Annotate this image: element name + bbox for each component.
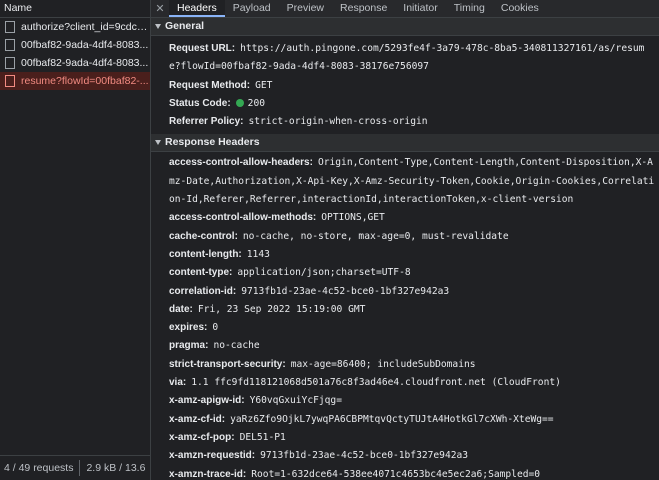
header-value: no-cache — [213, 340, 260, 352]
request-name: 00fbaf82-9ada-4df4-8083... — [21, 39, 149, 51]
status-code-label: Status Code: — [169, 97, 231, 109]
response-header-row: correlation-id: 9713fb1d-23ae-4c52-bce0-1… — [169, 283, 655, 301]
response-headers-section-header[interactable]: Response Headers — [151, 134, 659, 153]
response-header-row: cache-control: no-cache, no-store, max-ag… — [169, 228, 655, 246]
response-header-row: expires: 0 — [169, 319, 655, 337]
triangle-down-icon — [155, 24, 161, 29]
request-name: authorize?client_id=9cdcd... — [21, 21, 150, 33]
request-name: resume?flowId=00fbaf82-... — [21, 75, 149, 87]
triangle-down-icon — [155, 140, 161, 146]
document-icon — [5, 21, 15, 33]
header-key: expires: — [169, 322, 208, 334]
tab-response[interactable]: Response — [332, 0, 395, 17]
request-row[interactable]: 00fbaf82-9ada-4df4-8083... — [0, 54, 150, 72]
header-key: x-amzn-trace-id: — [169, 468, 247, 480]
document-icon — [5, 75, 15, 87]
request-method-label: Request Method: — [169, 79, 251, 91]
transferred-size: 2.9 kB / 13.6 — [86, 462, 146, 474]
document-icon — [5, 57, 15, 69]
header-value: no-cache, no-store, max-age=0, must-reva… — [242, 230, 509, 242]
header-key: x-amz-apigw-id: — [169, 395, 245, 407]
header-key: access-control-allow-methods: — [169, 212, 317, 224]
status-bar: 4 / 49 requests 2.9 kB / 13.6 — [0, 455, 150, 480]
request-row[interactable]: 00fbaf82-9ada-4df4-8083... — [0, 36, 150, 54]
header-value: OPTIONS,GET — [321, 212, 385, 224]
request-row[interactable]: authorize?client_id=9cdcd... — [0, 18, 150, 36]
details-pane: ✕ Headers Payload Preview Response Initiator… — [151, 0, 659, 480]
header-key: via: — [169, 377, 187, 389]
response-header-row: x-amz-apigw-id: Y60vqGxuiYcFjqg= — [169, 392, 655, 410]
request-method-value: GET — [255, 79, 273, 91]
general-section-header[interactable]: General — [151, 18, 659, 36]
status-ok-icon — [235, 99, 244, 108]
details-tabs: ✕ Headers Payload Preview Response Initiator… — [151, 0, 659, 18]
response-header-row: x-amzn-trace-id: Root=1-632dce64-538ee407… — [169, 466, 655, 480]
header-value: yaRz6Zfo9OjkL7ywqPA6CBPMtqvQctyTUJtA4Hot… — [230, 413, 554, 425]
response-header-row: strict-transport-security: max-age=86400;… — [169, 356, 655, 374]
tab-cookies[interactable]: Cookies — [493, 0, 547, 17]
response-header-row: x-amz-cf-id: yaRz6Zfo9OjkL7ywqPA6CBPMtqvQ… — [169, 411, 655, 429]
request-count: 4 / 49 requests — [4, 462, 74, 474]
header-value: 9713fb1d-23ae-4c52-bce0-1bf327e942a3 — [241, 285, 450, 297]
response-headers-list: access-control-allow-headers: Origin,Cont… — [151, 152, 659, 480]
header-value: DEL51-P1 — [239, 431, 286, 443]
request-method-row: Request Method: GET — [169, 77, 655, 95]
header-key: date: — [169, 303, 193, 315]
header-value: 0 — [212, 322, 219, 334]
name-column-header[interactable]: Name — [0, 0, 150, 18]
status-code-row: Status Code: 200 — [169, 95, 655, 113]
general-section: Request URL: https://auth.pingone.com/529… — [151, 36, 659, 134]
response-header-row: date: Fri, 23 Sep 2022 15:19:00 GMT — [169, 301, 655, 319]
request-name: 00fbaf82-9ada-4df4-8083... — [21, 57, 149, 69]
referrer-policy-value: strict-origin-when-cross-origin — [248, 116, 428, 128]
header-key: cache-control: — [169, 230, 238, 242]
response-header-row: content-length: 1143 — [169, 246, 655, 264]
header-key: correlation-id: — [169, 285, 237, 297]
request-list-pane: Name authorize?client_id=9cdcd... 00fbaf8… — [0, 0, 151, 480]
status-divider — [79, 460, 81, 476]
response-header-row: x-amzn-requestid: 9713fb1d-23ae-4c52-bce0… — [169, 447, 655, 465]
response-headers-title: Response Headers — [165, 136, 260, 149]
status-code-value: 200 — [247, 97, 265, 109]
close-icon[interactable]: ✕ — [151, 2, 169, 15]
header-value: max-age=86400; includeSubDomains — [290, 358, 476, 370]
document-icon — [5, 39, 15, 51]
tab-timing[interactable]: Timing — [446, 0, 493, 17]
header-key: content-type: — [169, 267, 233, 279]
header-key: x-amzn-requestid: — [169, 450, 256, 462]
header-key: pragma: — [169, 340, 209, 352]
request-row[interactable]: resume?flowId=00fbaf82-... — [0, 72, 150, 90]
response-header-row: content-type: application/json;charset=UT… — [169, 264, 655, 282]
response-header-row: access-control-allow-methods: OPTIONS,GET — [169, 209, 655, 227]
tab-preview[interactable]: Preview — [279, 0, 332, 17]
referrer-policy-row: Referrer Policy: strict-origin-when-cross… — [169, 113, 655, 131]
header-key: strict-transport-security: — [169, 358, 286, 370]
header-value: 1143 — [246, 248, 270, 260]
tab-headers[interactable]: Headers — [169, 0, 225, 17]
header-value: Root=1-632dce64-538ee4071c4653bc4e5ec2a6… — [251, 468, 541, 480]
request-url-value: https://auth.pingone.com/5293fe4f-3a79-4… — [169, 43, 645, 73]
request-url-row: Request URL: https://auth.pingone.com/529… — [169, 40, 655, 77]
tab-initiator[interactable]: Initiator — [395, 0, 445, 17]
header-key: x-amz-cf-id: — [169, 413, 226, 425]
header-key: access-control-allow-headers: — [169, 157, 313, 169]
request-url-label: Request URL: — [169, 43, 236, 54]
referrer-policy-label: Referrer Policy: — [169, 116, 244, 128]
header-value: application/json;charset=UTF-8 — [237, 267, 411, 279]
response-header-row: x-amz-cf-pop: DEL51-P1 — [169, 429, 655, 447]
header-value: 1.1 ffc9fd118121068d501a76c8f3ad46e4.clo… — [191, 377, 561, 389]
tab-payload[interactable]: Payload — [225, 0, 279, 17]
header-value: Y60vqGxuiYcFjqg= — [249, 395, 342, 407]
header-value: Fri, 23 Sep 2022 15:19:00 GMT — [197, 303, 366, 315]
header-value: 9713fb1d-23ae-4c52-bce0-1bf327e942a3 — [260, 450, 469, 462]
request-list: authorize?client_id=9cdcd... 00fbaf82-9ad… — [0, 18, 150, 90]
header-key: content-length: — [169, 248, 242, 260]
header-key: x-amz-cf-pop: — [169, 431, 235, 443]
response-header-row: pragma: no-cache — [169, 337, 655, 355]
general-section-title: General — [165, 20, 205, 32]
response-header-row: access-control-allow-headers: Origin,Cont… — [169, 154, 655, 209]
response-header-row: via: 1.1 ffc9fd118121068d501a76c8f3ad46e4… — [169, 374, 655, 392]
